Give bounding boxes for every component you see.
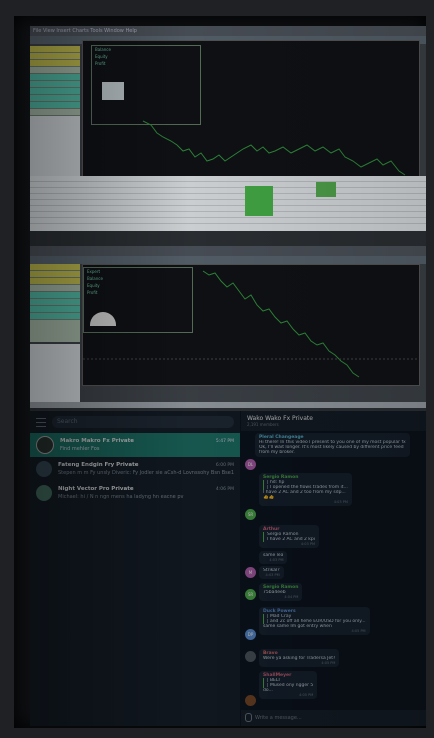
price-line-bottom bbox=[83, 270, 419, 378]
message-time: 4:03 PM bbox=[300, 542, 315, 546]
search-bar: Search bbox=[30, 411, 240, 433]
market-watch-row[interactable] bbox=[30, 53, 80, 60]
market-watch-row[interactable] bbox=[30, 264, 80, 271]
navigator-panel[interactable] bbox=[30, 116, 80, 176]
avatar[interactable] bbox=[245, 695, 256, 706]
avatar bbox=[36, 461, 52, 477]
message-time: 4:05 PM bbox=[299, 693, 314, 697]
avatar[interactable]: SR bbox=[245, 509, 256, 520]
conversation-pane: Wako Wako Fx Private 2,191 members Plera… bbox=[241, 411, 426, 726]
market-watch-row[interactable] bbox=[30, 88, 80, 95]
message-text: I have 2 AC and 2 too from my sdp... bbox=[263, 490, 346, 495]
conversation-title: Wako Wako Fx Private bbox=[247, 415, 313, 422]
attach-icon[interactable] bbox=[245, 713, 252, 722]
avatar bbox=[36, 485, 52, 501]
navigator-item[interactable] bbox=[30, 131, 80, 136]
terminal-row[interactable] bbox=[30, 218, 426, 224]
market-watch-row[interactable] bbox=[30, 60, 80, 67]
profit-highlight bbox=[245, 186, 273, 216]
avatar[interactable] bbox=[245, 651, 256, 662]
message-bubble[interactable]: Pleral Changeage Hi there! In this video… bbox=[255, 433, 410, 457]
market-watch-row[interactable] bbox=[30, 74, 80, 81]
menu-icon[interactable] bbox=[36, 417, 46, 427]
terminal-panel[interactable] bbox=[30, 176, 426, 231]
market-watch-row[interactable] bbox=[30, 292, 80, 299]
avatar[interactable]: SR bbox=[245, 589, 256, 600]
price-chart-bottom[interactable]: Expert Balance Equity Profit bbox=[82, 264, 420, 386]
market-watch-row[interactable] bbox=[30, 313, 80, 320]
market-watch-row[interactable] bbox=[30, 67, 80, 74]
mt4-status-bar bbox=[30, 402, 426, 408]
chat-list-sidebar: Search Makro Makro Fx Private Find mehle… bbox=[30, 411, 241, 726]
message-input[interactable]: Write a message... bbox=[241, 710, 426, 726]
profit-highlight bbox=[316, 182, 336, 197]
chat-title: Fateng Endgin Fry Private bbox=[58, 462, 139, 468]
chat-preview: Find mehler Fos bbox=[60, 446, 100, 452]
market-watch-row[interactable] bbox=[30, 95, 80, 102]
navigator-panel-2[interactable] bbox=[30, 344, 80, 402]
mt4-toolbar-2[interactable] bbox=[30, 256, 426, 264]
market-watch-row[interactable] bbox=[30, 102, 80, 109]
search-input[interactable]: Search bbox=[52, 416, 234, 428]
message-bubble[interactable]: Duck Powers | Mad Cray | and 2c off all … bbox=[259, 607, 370, 635]
chat-item[interactable]: Night Vector Pro Private Michael: hi / N… bbox=[30, 481, 240, 505]
market-watch-row[interactable] bbox=[30, 109, 80, 116]
chat-time: 6:00 PM bbox=[215, 463, 234, 468]
message-time: 4:04 PM bbox=[284, 595, 299, 599]
message-text: from my broker. bbox=[259, 450, 295, 455]
message-bubble[interactable]: ShallMeyer | BELT | Mused ony ngger 5 do… bbox=[259, 671, 318, 699]
avatar[interactable]: DL bbox=[245, 459, 256, 470]
conversation-header[interactable]: Wako Wako Fx Private 2,191 members bbox=[241, 411, 426, 431]
market-watch-row[interactable] bbox=[30, 81, 80, 88]
telegram-window: Search Makro Makro Fx Private Find mehle… bbox=[30, 411, 426, 726]
market-watch-panel-2[interactable] bbox=[30, 264, 80, 342]
chat-time: 5:47 PM bbox=[215, 439, 234, 444]
market-watch-row[interactable] bbox=[30, 271, 80, 278]
chat-title: Makro Makro Fx Private bbox=[60, 438, 135, 444]
market-watch-row[interactable] bbox=[30, 278, 80, 285]
mt4-menu-bar[interactable]: File View Insert Charts Tools Window Hel… bbox=[30, 26, 426, 36]
message-bubble[interactable]: same lea 4:03 PM bbox=[259, 551, 288, 564]
market-watch-row[interactable] bbox=[30, 285, 80, 292]
avatar[interactable]: M bbox=[245, 567, 256, 578]
message-bubble[interactable]: Sergio Ramon | hd: hp | I opened the flo… bbox=[259, 473, 352, 506]
conversation-subtitle: 2,191 members bbox=[247, 422, 279, 427]
chat-time: 4:06 PM bbox=[215, 487, 234, 492]
avatar bbox=[36, 436, 54, 454]
message-bubble[interactable]: Bravo Were ya asking for Tradersa Jet? 4… bbox=[259, 649, 340, 667]
chat-title: Night Vector Pro Private bbox=[58, 486, 134, 492]
screen: File View Insert Charts Tools Window Hel… bbox=[30, 26, 426, 726]
message-bubble[interactable]: Sergio Ramon 75ba4eeb 4:04 PM bbox=[259, 583, 303, 601]
avatar[interactable]: DP bbox=[245, 629, 256, 640]
market-watch-row[interactable] bbox=[30, 306, 80, 313]
market-watch-row[interactable] bbox=[30, 46, 80, 53]
mt4-window-top: File View Insert Charts Tools Window Hel… bbox=[30, 26, 426, 231]
message-time: 4:05 PM bbox=[321, 661, 336, 665]
message-time: 4:03 PM bbox=[333, 500, 348, 504]
chat-item[interactable]: Fateng Endgin Fry Private Stepen m m Fy … bbox=[30, 457, 240, 481]
chat-preview: Stepen m m Fy unsly Diveric: Fy Jodler s… bbox=[58, 470, 234, 476]
market-watch-row[interactable] bbox=[30, 299, 80, 306]
message-bubble[interactable]: Strikal? 4:03 PM bbox=[259, 566, 284, 579]
message-bubble[interactable]: Arthur Sergio Ramon I have 2 AC and 2 kp… bbox=[259, 525, 319, 548]
message-time: 4:05 PM bbox=[351, 629, 366, 633]
message-time: 4:03 PM bbox=[265, 573, 280, 577]
chat-preview: Michael: hi / N n ngn mens ha ladyng hn … bbox=[58, 494, 184, 500]
mt4-menu-bar-2[interactable] bbox=[30, 246, 426, 256]
price-chart-top[interactable]: Balance Equity Profit bbox=[82, 40, 420, 182]
mt4-window-bottom: Expert Balance Equity Profit bbox=[30, 246, 426, 408]
message-time: 4:03 PM bbox=[269, 558, 284, 562]
chat-item[interactable]: Makro Makro Fx Private Find mehler Fos 5… bbox=[30, 433, 240, 457]
price-line-top bbox=[142, 120, 406, 176]
